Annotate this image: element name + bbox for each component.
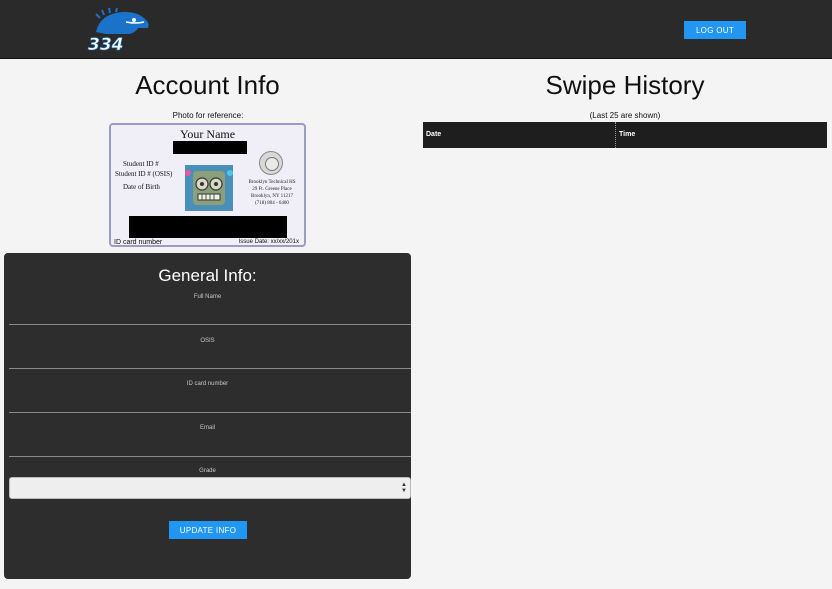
id-card-osis-label: Student ID # (OSIS) [115, 170, 173, 178]
school-seal-icon [259, 151, 283, 175]
general-info-title: General Info: [158, 266, 257, 285]
email-field[interactable] [9, 432, 411, 457]
id-card-number-field-label: ID card number [186, 381, 229, 387]
email-label: Email [199, 425, 215, 431]
id-card-school-address: Brooklyn Technical HS 29 Ft. Greene Plac… [248, 180, 296, 206]
update-info-button[interactable]: UPDATE INFO [169, 521, 247, 539]
redacted-block [173, 141, 247, 154]
grade-select[interactable]: ▲ ▼ [9, 477, 411, 499]
id-card-name: Your Name [179, 127, 236, 141]
id-card-number-label: ID card number [114, 239, 163, 246]
column-header-date: Date [423, 122, 616, 148]
redacted-block [129, 216, 287, 238]
swipe-history-note: (Last 25 are shown) [589, 111, 661, 120]
swipe-history-title: Swipe History [545, 70, 705, 100]
student-id-card-image: Your Name Student ID # Student ID # (OSI… [109, 123, 306, 247]
photo-caption: Photo for reference: [172, 111, 244, 120]
updown-arrows-icon: ▲ ▼ [401, 482, 407, 494]
logout-button[interactable]: LOG OUT [684, 21, 746, 39]
swipe-history-table: Date Time [423, 122, 827, 148]
general-info-panel: General Info: Full Name OSIS ID card num… [4, 253, 411, 579]
account-info-title: Account Info [135, 70, 280, 100]
grade-label: Grade [199, 468, 216, 474]
id-card-issue-date: Issue Date: xx/xx/201x [238, 239, 299, 245]
id-card-student-id-label: Student ID # [123, 160, 159, 168]
id-card-number-field[interactable] [9, 388, 411, 413]
eagle-334-logo[interactable]: 334 [86, 8, 156, 52]
full-name-field[interactable] [9, 300, 411, 325]
logo-text: 334 [88, 35, 124, 52]
id-card-dob-label: Date of Birth [123, 183, 160, 191]
robot-photo [185, 165, 233, 211]
top-bar: 334 LOG OUT [0, 0, 832, 59]
osis-field[interactable] [9, 344, 411, 369]
column-header-time: Time [619, 131, 636, 138]
